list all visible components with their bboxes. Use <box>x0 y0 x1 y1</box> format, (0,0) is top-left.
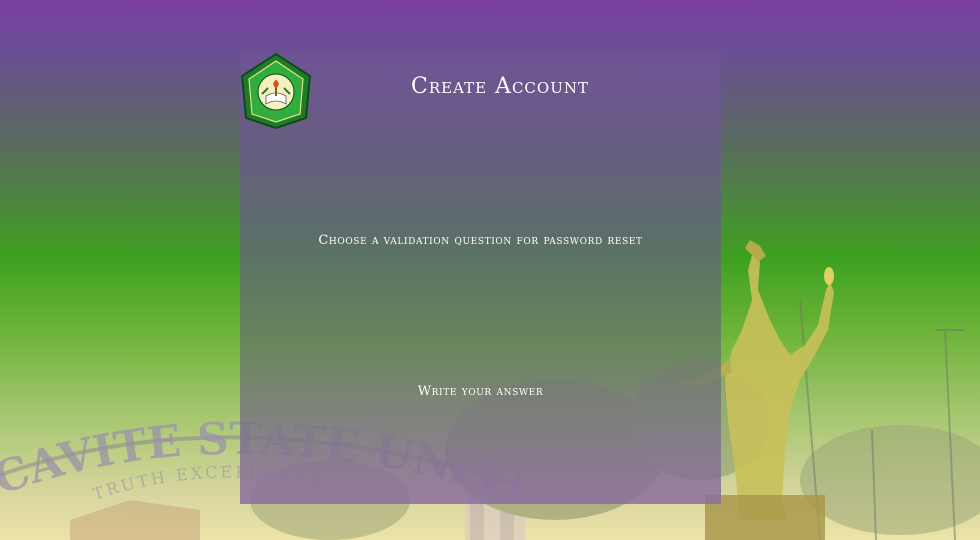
page-title: Create Account <box>411 74 589 99</box>
validation-question-select[interactable]: Choose a validation question for passwor… <box>240 232 721 249</box>
create-account-card: Create Account Choose a validation quest… <box>240 52 721 504</box>
answer-input[interactable] <box>310 380 651 402</box>
